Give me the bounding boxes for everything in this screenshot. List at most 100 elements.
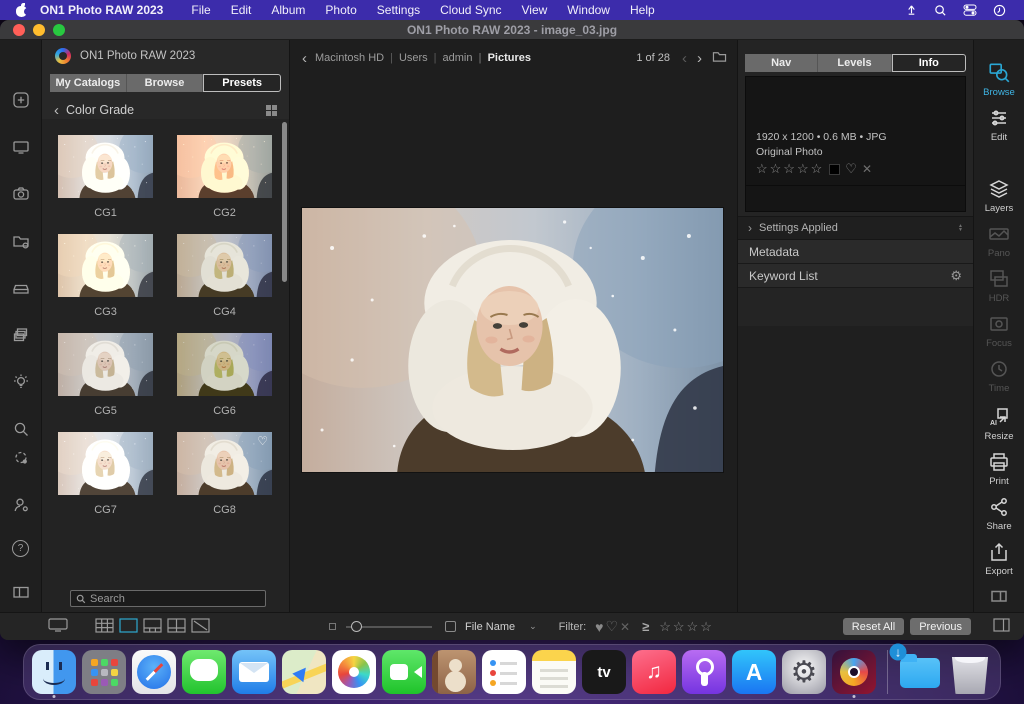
reject-icon[interactable]: ✕: [862, 162, 872, 176]
dock-launchpad-icon[interactable]: [81, 647, 127, 697]
preset-CG7[interactable]: ♡ CG7: [58, 432, 153, 517]
menu-7[interactable]: Window: [557, 3, 620, 17]
sort-checkbox[interactable]: [445, 621, 456, 632]
menu-1[interactable]: Edit: [221, 3, 262, 17]
panel-toggle-right-icon[interactable]: [989, 586, 1009, 606]
menu-3[interactable]: Photo: [315, 3, 366, 17]
crumb-1[interactable]: Users: [384, 52, 428, 64]
preset-CG2[interactable]: ♡ CG2: [177, 135, 272, 220]
module-print[interactable]: Print: [988, 451, 1010, 487]
menu-5[interactable]: Cloud Sync: [430, 3, 511, 17]
duplicates-icon[interactable]: [9, 323, 33, 347]
camera-icon[interactable]: [9, 182, 33, 206]
close-window-button[interactable]: [13, 24, 25, 36]
sort-chevron-icon[interactable]: ⌄: [529, 621, 537, 632]
dock-on1-icon[interactable]: [831, 647, 877, 697]
cloud-folder-icon[interactable]: [9, 229, 33, 253]
dock-tv-icon[interactable]: tv: [581, 647, 627, 697]
next-photo-icon[interactable]: ›: [697, 51, 702, 66]
filter-gte-icon[interactable]: ≥: [642, 619, 649, 634]
presets-scrollbar[interactable]: [282, 122, 287, 282]
menu-6[interactable]: View: [512, 3, 558, 17]
breadcrumb-back-icon[interactable]: ‹: [302, 50, 307, 67]
gear-icon[interactable]: ⚙: [950, 268, 962, 284]
filmstrip-view-mode-icon[interactable]: [142, 617, 163, 637]
chevron-back-icon[interactable]: ‹: [54, 102, 59, 119]
preset-CG3[interactable]: ♡ CG3: [58, 234, 153, 319]
control-center-icon[interactable]: [963, 4, 977, 16]
airdrop-icon[interactable]: [905, 4, 918, 17]
module-export[interactable]: Export: [985, 541, 1012, 577]
metadata-section-header[interactable]: Metadata: [738, 240, 973, 264]
previous-button[interactable]: Previous: [910, 618, 971, 635]
dock-music-icon[interactable]: ♫: [631, 647, 677, 697]
search-rail-icon[interactable]: [9, 417, 33, 441]
viewer-monitor-icon[interactable]: [48, 617, 68, 636]
dock-appstore-icon[interactable]: A: [731, 647, 777, 697]
dock-safari-icon[interactable]: [131, 647, 177, 697]
account-icon[interactable]: [9, 493, 33, 517]
preset-CG8[interactable]: ♡ CG8: [177, 432, 272, 517]
help-icon[interactable]: ?: [12, 540, 29, 557]
menu-4[interactable]: Settings: [367, 3, 430, 17]
dock-settings-icon[interactable]: ⚙: [781, 647, 827, 697]
map-view-mode-icon[interactable]: [190, 617, 211, 637]
crumb-0[interactable]: Macintosh HD: [315, 52, 384, 64]
folder-icon[interactable]: [712, 50, 727, 66]
dock-notes-icon[interactable]: [531, 647, 577, 697]
rating-stars[interactable]: ☆☆☆☆☆: [756, 161, 824, 177]
disclosure-chevron-icon[interactable]: ›: [748, 221, 752, 235]
monitor-icon[interactable]: [9, 135, 33, 159]
detail-view-mode-icon[interactable]: [118, 617, 139, 637]
preset-CG6[interactable]: ♡ CG6: [177, 333, 272, 418]
tab-My Catalogs[interactable]: My Catalogs: [50, 74, 127, 92]
like-icon[interactable]: ♡: [845, 161, 857, 177]
panel-toggle-left-icon[interactable]: [9, 580, 33, 604]
panel-toggle-bottom-icon[interactable]: [993, 618, 1010, 635]
module-resize[interactable]: AI Resize: [984, 406, 1013, 442]
thumbnail-zoom-slider[interactable]: [346, 626, 432, 628]
dock-facetime-icon[interactable]: [381, 647, 427, 697]
add-album-icon[interactable]: [9, 88, 33, 112]
crumb-2[interactable]: admin: [428, 52, 473, 64]
apple-menu-icon[interactable]: [15, 3, 28, 17]
favorite-heart-icon[interactable]: ♡: [257, 434, 268, 448]
compare-view-mode-icon[interactable]: [166, 617, 187, 637]
spotlight-icon[interactable]: [934, 4, 947, 17]
tab-Levels[interactable]: Levels: [818, 54, 891, 72]
settings-applied-row[interactable]: › Settings Applied ▲▼: [738, 216, 973, 240]
color-label-swatch[interactable]: [829, 164, 840, 175]
reset-all-button[interactable]: Reset All: [843, 618, 904, 635]
smart-organize-icon[interactable]: [9, 370, 33, 394]
tab-Presets[interactable]: Presets: [203, 74, 281, 92]
dock-maps-icon[interactable]: [281, 647, 327, 697]
dock-contacts-icon[interactable]: [431, 647, 477, 697]
tab-Browse[interactable]: Browse: [127, 74, 204, 92]
tab-Info[interactable]: Info: [892, 54, 966, 72]
grid-view-icon[interactable]: [266, 105, 277, 116]
module-time[interactable]: Time: [988, 358, 1010, 394]
filter-clear-icon[interactable]: ✕: [620, 620, 630, 634]
module-edit[interactable]: Edit: [988, 107, 1010, 143]
preset-CG5[interactable]: ♡ CG5: [58, 333, 153, 418]
dock-downloads-icon[interactable]: ↓: [897, 647, 943, 697]
sort-by-label[interactable]: File Name: [465, 621, 515, 633]
zoom-window-button[interactable]: [53, 24, 65, 36]
dock-mail-icon[interactable]: [231, 647, 277, 697]
crumb-3[interactable]: Pictures: [473, 52, 532, 64]
sync-status-icon[interactable]: [9, 446, 33, 470]
menu-8[interactable]: Help: [620, 3, 665, 17]
settings-stepper-icon[interactable]: ▲▼: [958, 224, 963, 232]
zoom-out-icon[interactable]: [329, 623, 336, 630]
menu-2[interactable]: Album: [261, 3, 315, 17]
keyword-list-section-header[interactable]: Keyword List ⚙: [738, 264, 973, 288]
menu-0[interactable]: File: [181, 3, 220, 17]
module-focus[interactable]: Focus: [986, 313, 1012, 349]
module-layers[interactable]: Layers: [985, 178, 1014, 214]
previous-photo-icon[interactable]: ‹: [682, 51, 687, 66]
preset-CG1[interactable]: ♡ CG1: [58, 135, 153, 220]
filter-heart-filled-icon[interactable]: ♥: [595, 619, 603, 635]
dock-photos-icon[interactable]: [331, 647, 377, 697]
module-pano[interactable]: Pano: [988, 223, 1010, 259]
module-hdr[interactable]: HDR: [988, 268, 1010, 304]
